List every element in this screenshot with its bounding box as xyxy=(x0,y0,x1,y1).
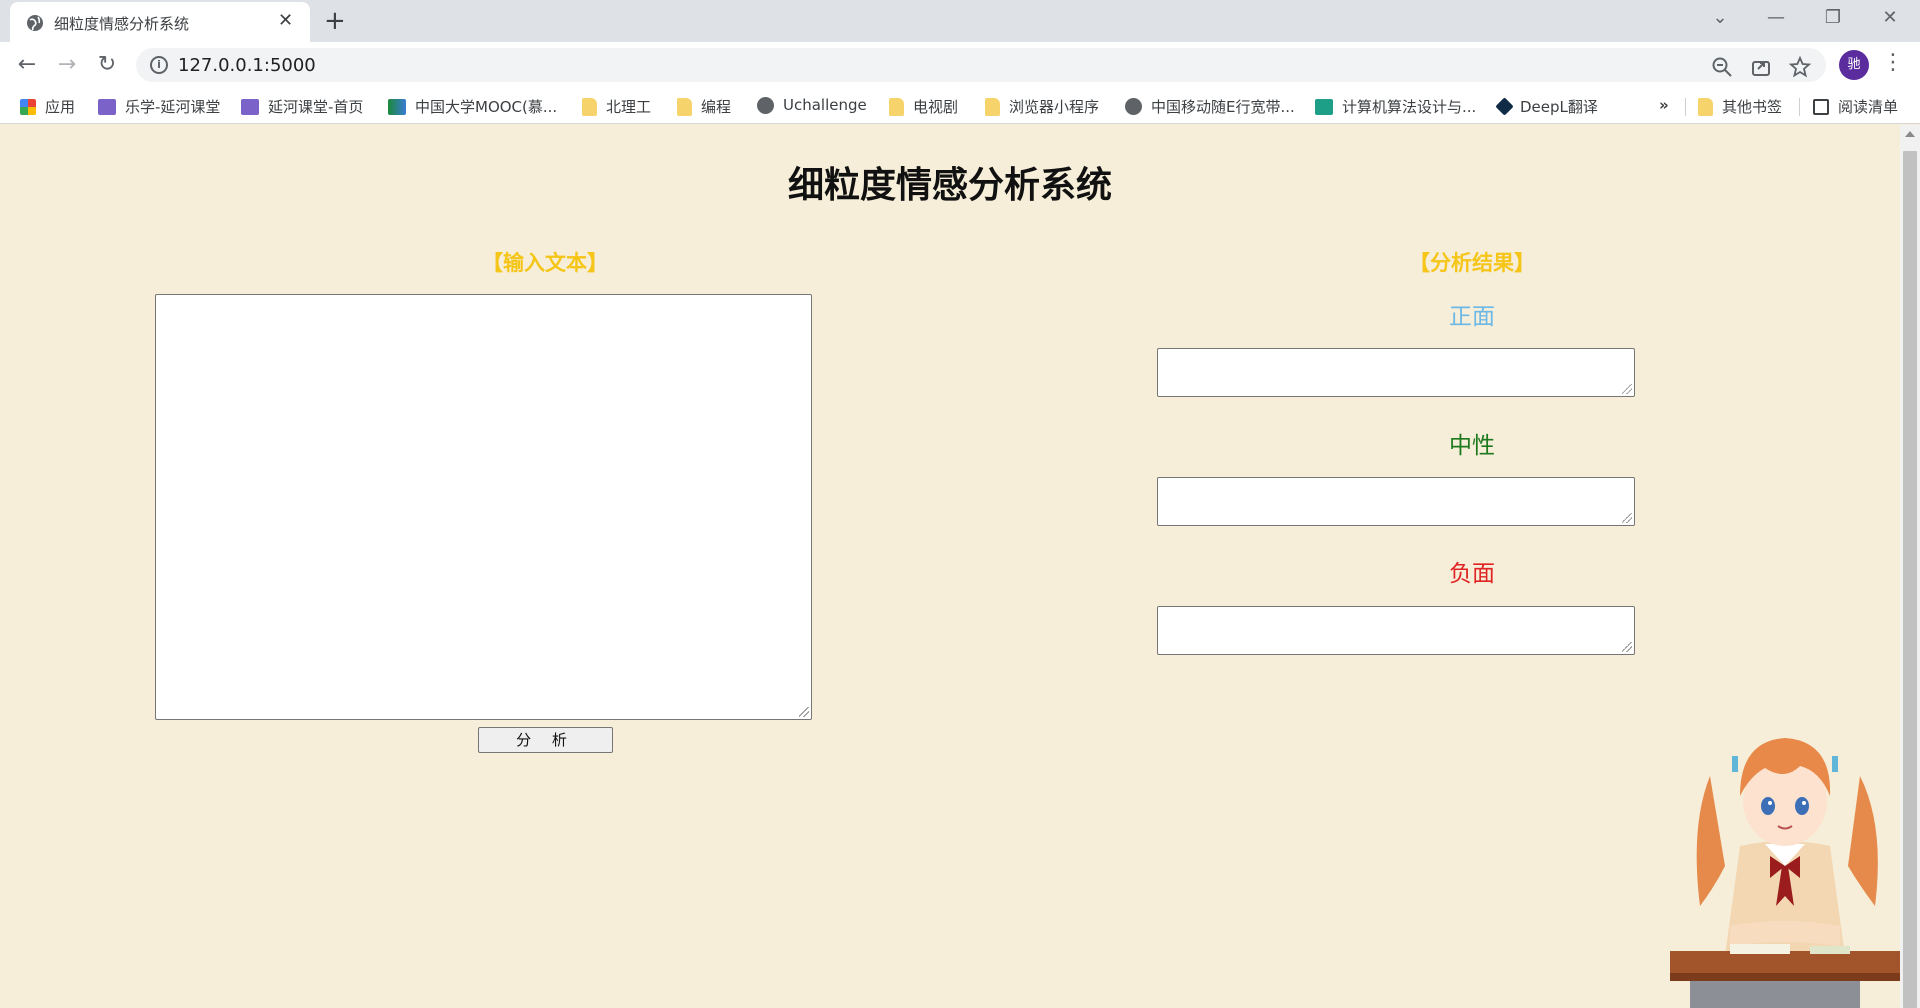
bookmark-programming[interactable]: 编程 xyxy=(677,96,731,117)
result-heading: 【分析结果】 xyxy=(1409,251,1535,275)
negative-label: 负面 xyxy=(1449,561,1495,587)
bookmark-lexue[interactable]: 乐学-延河课堂 xyxy=(98,96,220,117)
bookmark-label: 浏览器小程序 xyxy=(1009,98,1100,116)
reload-button[interactable]: ↻ xyxy=(92,50,122,80)
bookmark-label: 阅读清单 xyxy=(1838,98,1899,116)
bookmark-label: 应用 xyxy=(45,98,76,116)
bookmark-uchallenge[interactable]: Uchallenge xyxy=(757,96,867,114)
bookmark-label: 计算机算法设计与... xyxy=(1342,98,1477,116)
minimize-button[interactable]: — xyxy=(1756,6,1796,30)
reading-list-icon xyxy=(1813,98,1829,115)
bookmark-mooc[interactable]: 中国大学MOOC(慕... xyxy=(388,96,557,117)
bookmark-algorithms[interactable]: 计算机算法设计与... xyxy=(1315,96,1476,117)
tab-title: 细粒度情感分析系统 xyxy=(54,15,190,33)
analyze-button[interactable]: 分 析 xyxy=(478,727,613,753)
tab-strip: 细粒度情感分析系统 ✕ + ⌄ — ❐ ✕ xyxy=(0,0,1920,42)
globe-icon xyxy=(757,96,774,114)
bookmark-label: 电视剧 xyxy=(913,98,959,116)
globe-icon xyxy=(27,15,43,31)
bookmark-label: 其他书签 xyxy=(1722,98,1783,116)
bookmarks-bar: 应用 乐学-延河课堂 延河课堂-首页 中国大学MOOC(慕... 北理工 编程 … xyxy=(0,88,1920,124)
browser-menu-icon[interactable]: ⋮ xyxy=(1882,48,1904,78)
folder-icon xyxy=(1698,97,1713,116)
negative-result-field[interactable] xyxy=(1157,606,1635,655)
page-title: 细粒度情感分析系统 xyxy=(787,165,1112,206)
restore-button[interactable]: ❐ xyxy=(1813,6,1853,30)
folder-icon xyxy=(677,97,692,116)
yanhe-icon xyxy=(98,98,116,115)
scroll-thumb[interactable] xyxy=(1903,151,1917,1008)
bookmark-other[interactable]: 其他书签 xyxy=(1698,96,1782,117)
profile-avatar[interactable]: 驰 xyxy=(1839,50,1869,80)
bookmark-label: 编程 xyxy=(701,98,732,116)
apps-icon xyxy=(20,98,36,115)
bookmark-china-mobile[interactable]: 中国移动随E行宽带... xyxy=(1125,96,1295,117)
calendar-icon xyxy=(1315,98,1333,115)
tab-close-icon[interactable]: ✕ xyxy=(278,11,293,31)
bookmark-bit[interactable]: 北理工 xyxy=(582,96,651,117)
bookmark-label: 北理工 xyxy=(606,98,652,116)
share-icon[interactable] xyxy=(1749,56,1773,78)
bookmark-yanhe-home[interactable]: 延河课堂-首页 xyxy=(241,96,363,117)
yanhe-icon xyxy=(241,98,259,115)
address-bar[interactable]: i 127.0.0.1:5000 xyxy=(136,48,1826,82)
bookmark-label: 延河课堂-首页 xyxy=(268,98,364,116)
deepl-icon xyxy=(1495,97,1514,116)
bookmark-tv[interactable]: 电视剧 xyxy=(889,96,958,117)
browser-toolbar: ← → ↻ i 127.0.0.1:5000 驰 ⋮ xyxy=(0,42,1920,88)
close-window-button[interactable]: ✕ xyxy=(1870,6,1910,30)
globe-icon xyxy=(1125,98,1142,115)
scroll-up-icon[interactable] xyxy=(1905,131,1915,137)
page-scrollbar[interactable] xyxy=(1900,125,1920,1008)
bookmark-apps[interactable]: 应用 xyxy=(20,96,75,117)
input-heading: 【输入文本】 xyxy=(482,251,608,275)
forward-button[interactable]: → xyxy=(52,50,82,80)
new-tab-button[interactable]: + xyxy=(324,6,346,36)
bookmark-label: 中国移动随E行宽带... xyxy=(1151,98,1295,116)
bookmark-label: 中国大学MOOC(慕... xyxy=(415,98,558,116)
reading-list-button[interactable]: 阅读清单 xyxy=(1813,96,1898,117)
bookmark-star-icon[interactable] xyxy=(1788,56,1812,78)
bookmark-label: DeepL翻译 xyxy=(1520,98,1598,116)
folder-icon xyxy=(582,97,597,116)
neutral-result-field[interactable] xyxy=(1157,477,1635,526)
tab-search-icon[interactable]: ⌄ xyxy=(1700,6,1740,30)
folder-icon xyxy=(889,97,904,116)
back-button[interactable]: ← xyxy=(12,50,42,80)
text-input[interactable] xyxy=(155,294,812,720)
mascot-illustration xyxy=(1670,738,1900,1008)
bookmark-deepl[interactable]: DeepL翻译 xyxy=(1495,96,1598,117)
mooc-icon xyxy=(388,98,406,115)
bookmark-label: 乐学-延河课堂 xyxy=(125,98,221,116)
bookmark-label: Uchallenge xyxy=(783,96,867,114)
bookmarks-divider xyxy=(1799,98,1800,116)
positive-label: 正面 xyxy=(1449,304,1495,330)
bookmarks-overflow-button[interactable]: » xyxy=(1659,96,1669,114)
site-info-icon[interactable]: i xyxy=(150,56,168,74)
folder-icon xyxy=(985,97,1000,116)
positive-result-field[interactable] xyxy=(1157,348,1635,397)
zoom-icon[interactable] xyxy=(1710,56,1734,78)
browser-tab[interactable]: 细粒度情感分析系统 ✕ xyxy=(10,2,310,42)
url-text[interactable]: 127.0.0.1:5000 xyxy=(178,55,316,76)
bookmark-mini-programs[interactable]: 浏览器小程序 xyxy=(985,96,1099,117)
bookmarks-divider xyxy=(1685,98,1686,116)
neutral-label: 中性 xyxy=(1449,433,1495,459)
